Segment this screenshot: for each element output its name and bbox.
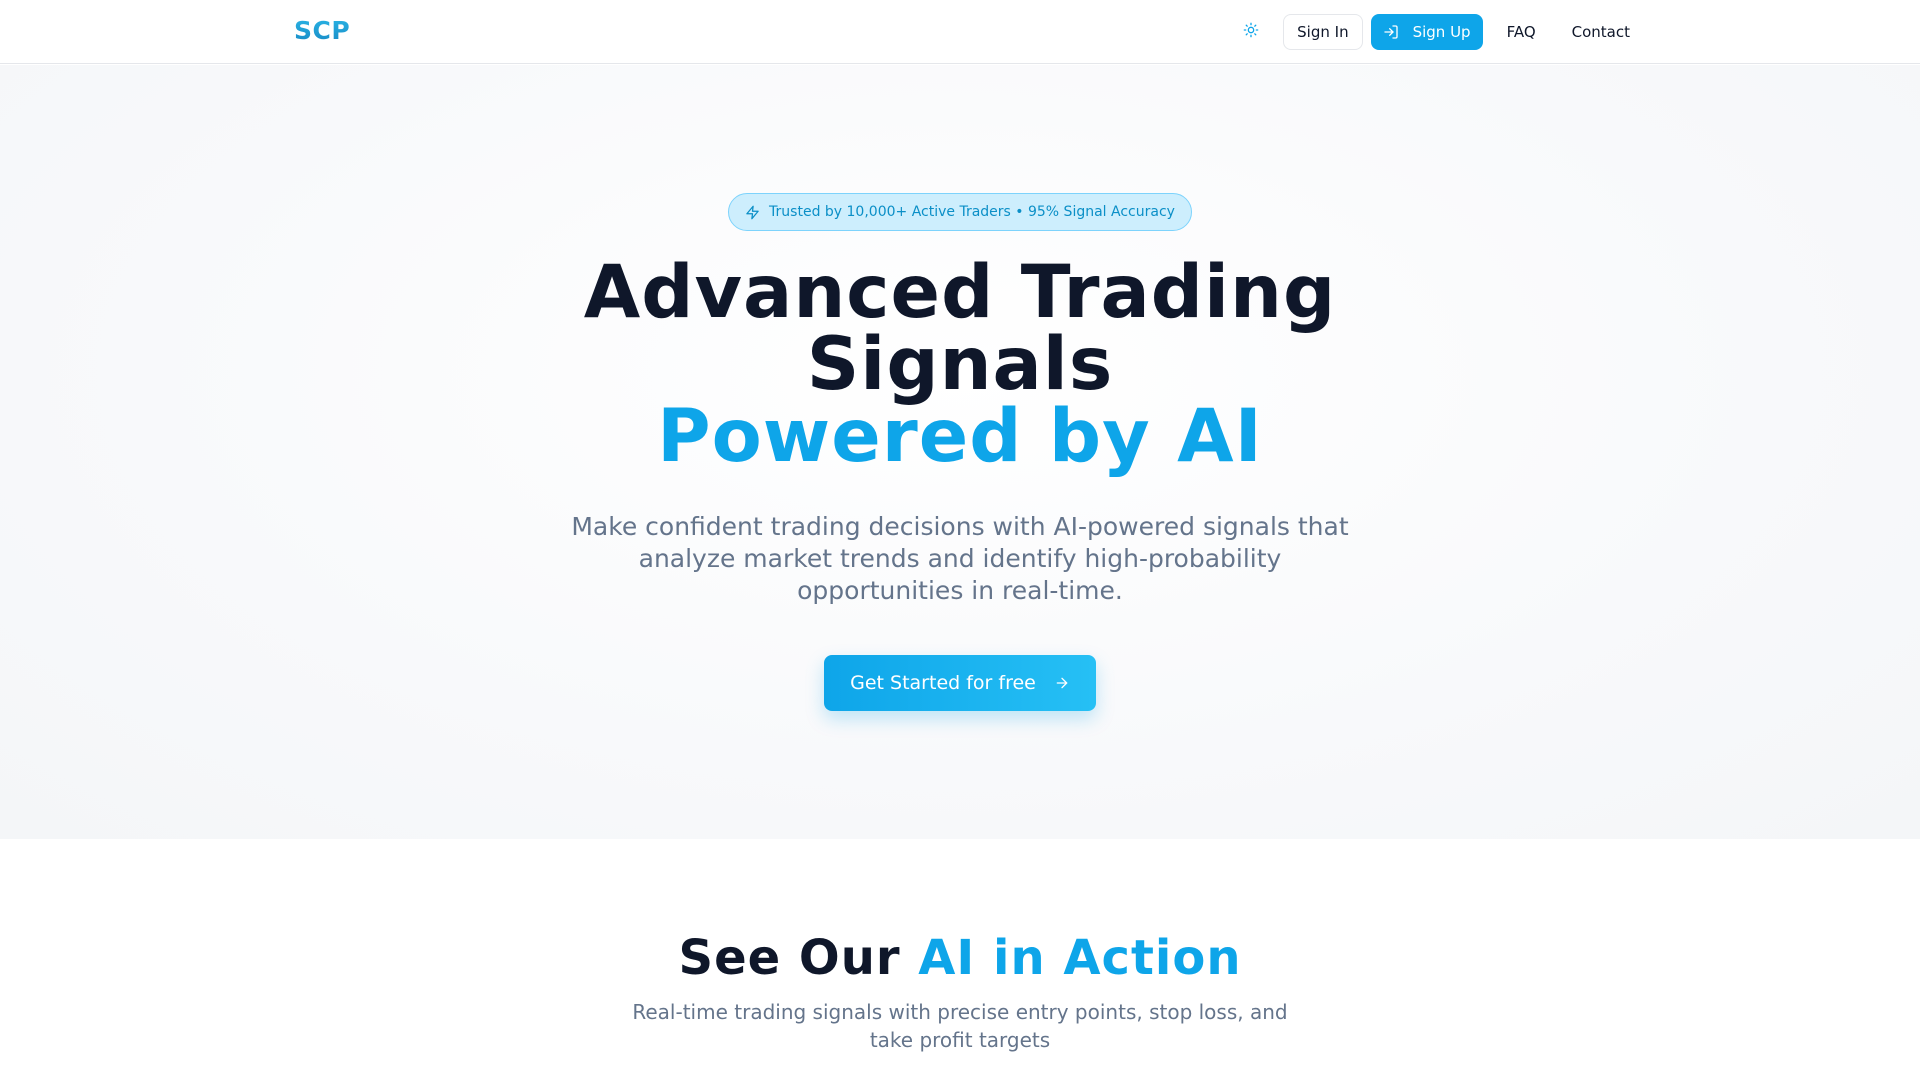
nav-link-contact[interactable]: Contact	[1572, 23, 1630, 41]
hero-title-main: Advanced Trading Signals	[583, 250, 1337, 407]
sun-icon	[1243, 22, 1259, 42]
section-title: See Our AI in Action	[460, 930, 1460, 986]
arrow-right-icon	[1054, 675, 1070, 691]
sign-up-label: Sign Up	[1412, 23, 1471, 41]
hero-section: Trusted by 10,000+ Active Traders • 95% …	[0, 65, 1920, 839]
logo[interactable]: SCP	[294, 16, 350, 45]
section-title-plain: See Our	[678, 930, 901, 986]
hero-subtitle: Make confident trading decisions with AI…	[571, 512, 1349, 605]
section-title-accent: AI in Action	[918, 930, 1242, 986]
log-in-icon	[1383, 24, 1399, 40]
section-subtitle: Real-time trading signals with precise e…	[632, 1000, 1288, 1052]
hero-title: Advanced Trading Signals Powered by AI	[460, 256, 1460, 479]
trust-badge: Trusted by 10,000+ Active Traders • 95% …	[728, 193, 1192, 231]
sign-in-button[interactable]: Sign In	[1283, 14, 1363, 50]
sign-up-button[interactable]: Sign Up	[1370, 14, 1483, 50]
navbar: SCP Sign In Sign Up FAQ Contact	[0, 0, 1920, 64]
get-started-label: Get Started for free	[850, 672, 1036, 694]
theme-toggle-button[interactable]	[1233, 14, 1269, 50]
get-started-button[interactable]: Get Started for free	[824, 655, 1096, 711]
zap-icon	[745, 205, 760, 220]
nav-link-faq[interactable]: FAQ	[1507, 23, 1536, 41]
badge-text: Trusted by 10,000+ Active Traders • 95% …	[769, 204, 1175, 220]
hero-title-accent: Powered by AI	[657, 394, 1263, 479]
nav-actions: Sign In Sign Up FAQ Contact	[1233, 14, 1630, 50]
